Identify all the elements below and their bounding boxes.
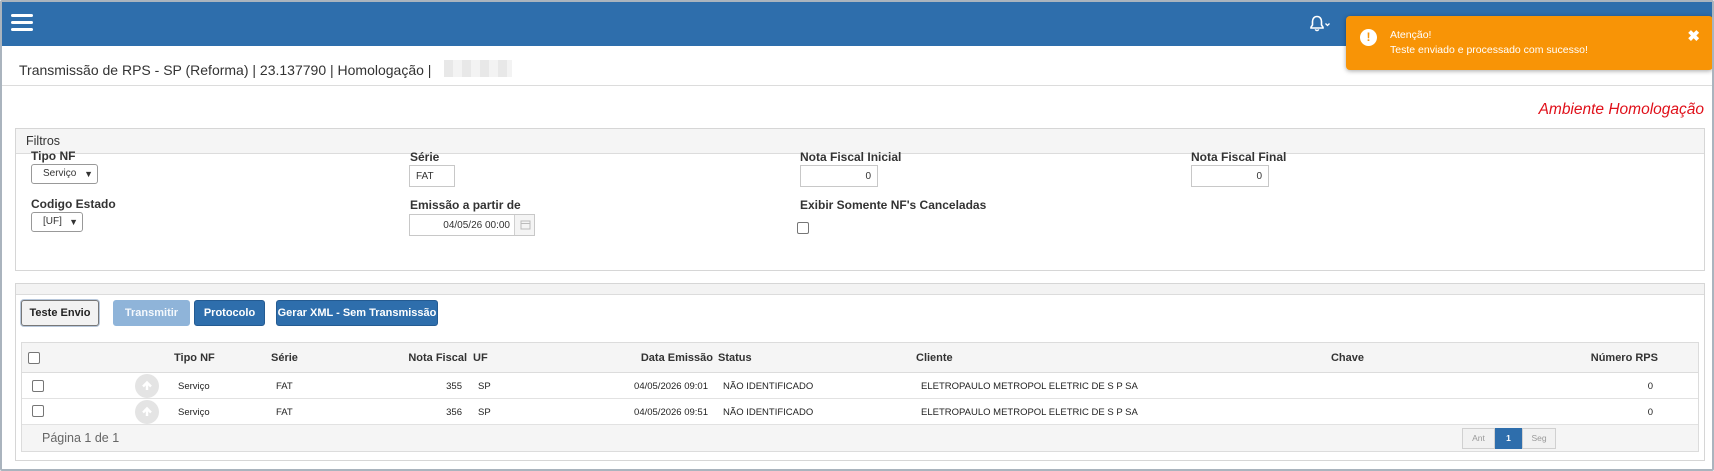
cell-nota-fiscal: 356 [446,407,462,418]
cell-tipo-nf: Serviço [178,381,210,392]
tipo-nf-select[interactable]: Serviço ▼ [31,164,98,184]
nf-grid: Tipo NF Série Nota Fiscal UF Data Emissã… [21,342,1699,452]
table-row[interactable]: Serviço FAT 356 SP 04/05/2026 09:51 NÃO … [22,399,1698,425]
col-data-emissao[interactable]: Data Emissão [592,352,713,364]
table-row[interactable]: Serviço FAT 355 SP 04/05/2026 09:01 NÃO … [22,373,1698,399]
nota-inicial-input[interactable]: 0 [800,165,878,187]
tipo-nf-value: Serviço [43,168,77,179]
toast-notification: ! Atenção! Teste enviado e processado co… [1346,16,1712,70]
page-title: Transmissão de RPS - SP (Reforma) | 23.1… [19,62,432,78]
tipo-nf-label: Tipo NF [31,149,76,163]
cell-serie: FAT [276,407,293,418]
warning-icon: ! [1360,29,1377,46]
redacted-company-name [444,60,512,77]
cell-nota-fiscal: 355 [446,381,462,392]
upload-icon[interactable] [135,400,159,424]
codigo-estado-value: [UF] [43,216,62,227]
results-panel: Teste Envio Transmitir Protocolo Gerar X… [15,283,1705,461]
cell-data-emissao: 04/05/2026 09:51 [634,407,708,418]
current-page-button[interactable]: 1 [1495,428,1522,449]
cell-data-emissao: 04/05/2026 09:01 [634,381,708,392]
cell-numero-rps: 0 [1647,381,1653,392]
chevron-down-icon: ▼ [69,217,78,227]
cell-status: NÃO IDENTIFICADO [723,407,814,418]
codigo-estado-label: Codigo Estado [31,197,116,211]
next-page-button[interactable]: Seg [1522,428,1556,449]
canceladas-label: Exibir Somente NF's Canceladas [800,198,987,212]
cell-status: NÃO IDENTIFICADO [723,381,814,392]
row-checkbox[interactable] [32,380,44,392]
prev-page-button[interactable]: Ant [1462,428,1495,449]
toast-title: Atenção! [1390,29,1432,41]
protocolo-button[interactable]: Protocolo [194,300,265,326]
panel-strip [16,284,1704,295]
pagination-text: Página 1 de 1 [42,431,120,445]
cell-serie: FAT [276,381,293,392]
col-chave[interactable]: Chave [1272,352,1364,364]
chevron-down-icon: ▼ [84,169,93,179]
canceladas-checkbox[interactable] [797,222,809,234]
grid-header: Tipo NF Série Nota Fiscal UF Data Emissã… [22,343,1698,373]
col-serie[interactable]: Série [271,352,298,364]
select-all-checkbox[interactable] [28,352,40,364]
calendar-icon[interactable] [514,215,534,235]
toast-message: Teste enviado e processado com sucesso! [1390,44,1588,56]
emissao-label: Emissão a partir de [410,198,521,212]
app-window: Transmissão de RPS - SP (Reforma) | 23.1… [0,0,1714,471]
filters-panel: Filtros Tipo NF Serviço ▼ Série FAT Nota… [15,128,1705,271]
cell-tipo-nf: Serviço [178,407,210,418]
col-tipo-nf[interactable]: Tipo NF [174,352,215,364]
cell-uf: SP [478,407,491,418]
environment-label: Ambiente Homologação [1538,101,1704,118]
transmitir-button[interactable]: Transmitir [113,300,190,326]
serie-input[interactable]: FAT [409,165,455,187]
cell-numero-rps: 0 [1647,407,1653,418]
menu-icon[interactable] [11,14,33,32]
col-numero-rps[interactable]: Número RPS [1458,352,1658,364]
notifications-bell-icon[interactable] [1308,14,1332,34]
nota-final-input[interactable]: 0 [1191,165,1269,187]
emissao-value: 04/05/26 00:00 [443,220,510,231]
gerar-xml-button[interactable]: Gerar XML - Sem Transmissão [276,300,438,326]
col-status[interactable]: Status [718,352,752,364]
nota-inicial-label: Nota Fiscal Inicial [800,150,902,164]
close-icon[interactable]: ✖ [1687,29,1700,44]
upload-icon[interactable] [135,374,159,398]
cell-uf: SP [478,381,491,392]
col-nota-fiscal[interactable]: Nota Fiscal [362,352,467,364]
nota-final-label: Nota Fiscal Final [1191,150,1287,164]
col-uf[interactable]: UF [473,352,488,364]
grid-footer: Página 1 de 1 Ant 1 Seg [22,425,1698,451]
row-checkbox[interactable] [32,405,44,417]
emissao-input[interactable]: 04/05/26 00:00 [409,214,535,236]
cell-cliente: ELETROPAULO METROPOL ELETRIC DE S P SA [921,407,1138,418]
codigo-estado-select[interactable]: [UF] ▼ [31,212,83,232]
teste-envio-button[interactable]: Teste Envio [21,300,99,326]
serie-label: Série [410,150,440,164]
cell-cliente: ELETROPAULO METROPOL ELETRIC DE S P SA [921,381,1138,392]
col-cliente[interactable]: Cliente [916,352,953,364]
